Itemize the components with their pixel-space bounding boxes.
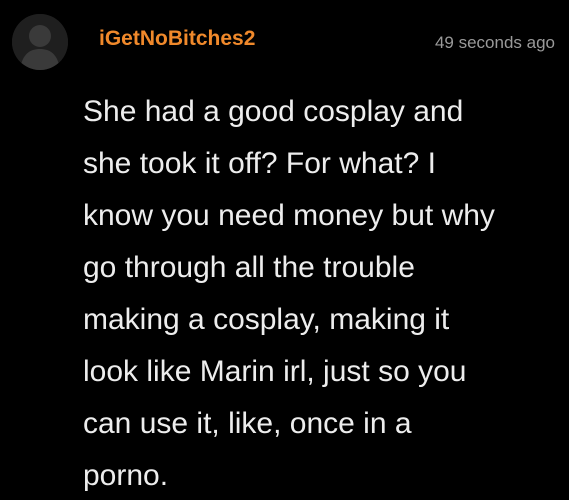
comment-body-line: She had a good cosplay and bbox=[83, 95, 464, 128]
timestamp: 49 seconds ago bbox=[434, 33, 555, 52]
comment-body-line: go through all the trouble bbox=[83, 251, 415, 284]
username-link[interactable]: iGetNoBitches2 bbox=[99, 28, 255, 49]
comment-body-line: know you need money but why bbox=[83, 199, 495, 232]
comment-card: iGetNoBitches2 49 seconds ago She had a … bbox=[0, 0, 569, 500]
comment-body-line: look like Marin irl, just so you bbox=[83, 355, 467, 388]
comment-body-line: porno. bbox=[83, 459, 169, 492]
default-user-silhouette-icon bbox=[12, 14, 68, 70]
comment-body-line: making a cosplay, making it bbox=[83, 303, 450, 336]
comment-body-line: can use it, like, once in a bbox=[83, 407, 412, 440]
comment-body: She had a good cosplay and she took it o… bbox=[83, 86, 553, 500]
avatar[interactable] bbox=[12, 14, 68, 70]
comment-body-line: she took it off? For what? I bbox=[83, 147, 436, 180]
